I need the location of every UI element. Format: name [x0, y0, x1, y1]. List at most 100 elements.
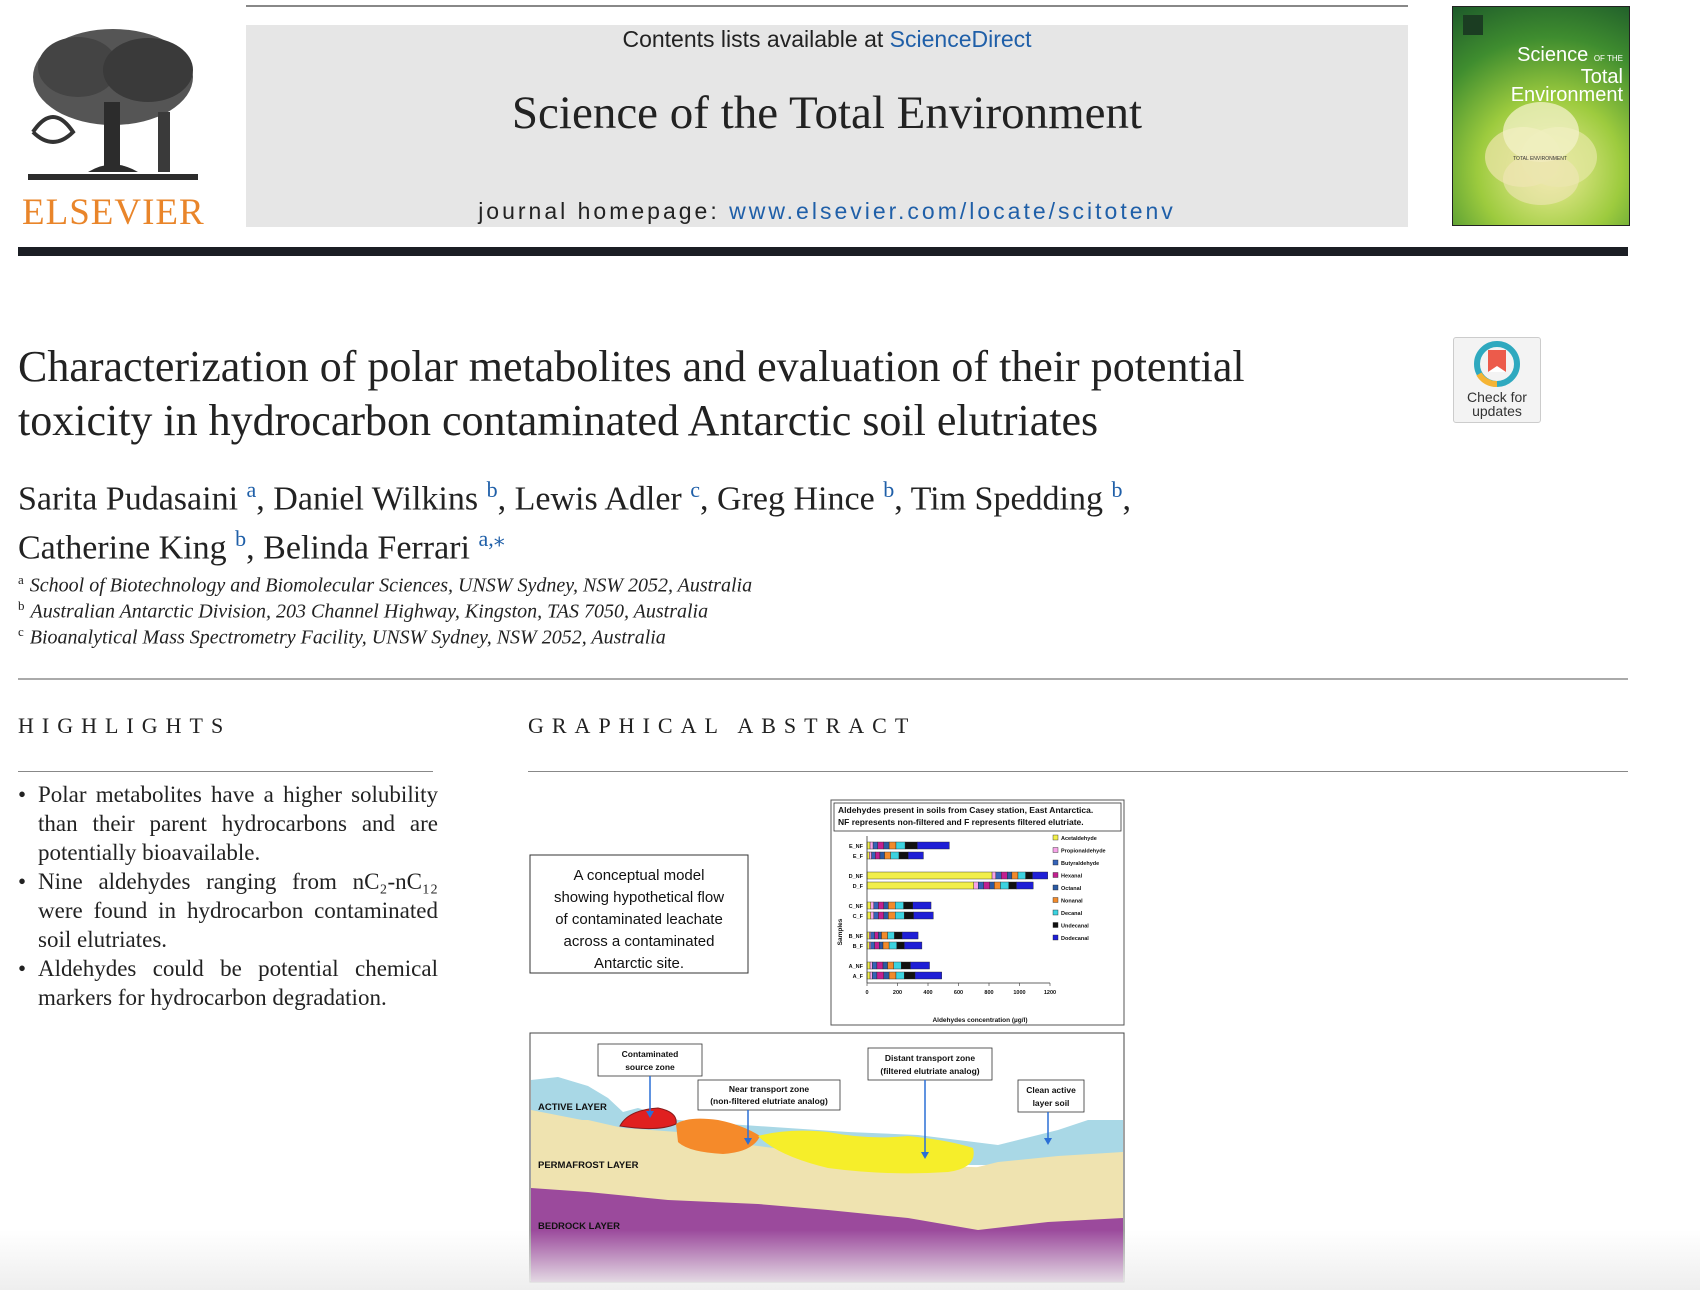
chart-bar-segment: [873, 911, 879, 920]
chart-category-label: C_NF: [849, 904, 864, 910]
chart-x-tick-label: 1000: [1013, 990, 1025, 996]
chart-bar-segment: [869, 931, 872, 940]
author-affiliation-mark[interactable]: b: [883, 477, 894, 502]
chart-bar-segment: [877, 841, 884, 850]
chart-bar-segment: [896, 941, 905, 950]
section-rule: [18, 678, 1628, 680]
author-name[interactable]: Sarita Pudasaini: [18, 480, 238, 517]
aldehyde-chart: Aldehydes present in soils from Casey st…: [830, 799, 1125, 1026]
chart-bar-segment: [876, 961, 884, 970]
chart-bar-segment: [898, 851, 909, 860]
chart-bar-segment: [866, 841, 871, 850]
chart-x-tick-label: 200: [893, 990, 902, 996]
chart-bar-segment: [869, 971, 873, 980]
chart-bar-segment: [871, 851, 876, 860]
journal-cover-image[interactable]: [1452, 6, 1630, 226]
article-title-line-1: Characterization of polar metabolites an…: [18, 342, 1245, 391]
chart-bar-segment: [895, 971, 905, 980]
chart-legend-swatch: [1052, 847, 1059, 853]
chart-x-tick-label: 0: [865, 990, 868, 996]
chart-title-line-1: Aldehydes present in soils from Casey st…: [838, 805, 1093, 815]
chart-bar-segment: [890, 851, 900, 860]
svg-text:Clean active: Clean active: [1026, 1085, 1076, 1095]
chart-bar-segment: [866, 961, 871, 970]
author-name[interactable]: Belinda Ferrari: [263, 530, 470, 567]
author-affiliation-mark[interactable]: a,⁎: [478, 526, 504, 551]
chart-bar-segment: [991, 871, 997, 880]
chart-bar-segment: [874, 931, 879, 940]
chart-bar-segment: [878, 931, 882, 940]
chart-category-label: B_NF: [849, 934, 864, 940]
chart-bar-segment: [901, 931, 919, 940]
chart-bar-segment: [872, 971, 878, 980]
author-name[interactable]: Lewis Adler: [515, 480, 682, 517]
chart-bar-segment: [870, 931, 875, 940]
author-affiliation-mark[interactable]: b: [1112, 477, 1123, 502]
highlights-list: Polar metabolites have a higher solubili…: [18, 780, 438, 1012]
svg-text:Antarctic site.: Antarctic site.: [594, 955, 684, 972]
chart-bar-segment: [882, 961, 888, 970]
chart-bar-segment: [1016, 881, 1034, 890]
author-name[interactable]: Daniel Wilkins: [273, 480, 478, 517]
author-name[interactable]: Greg Hince: [717, 480, 875, 517]
svg-text:layer soil: layer soil: [1033, 1098, 1070, 1108]
chart-bar-segment: [973, 881, 979, 890]
chart-x-tick-label: 800: [984, 990, 993, 996]
chart-bar-segment: [914, 971, 942, 980]
author-name[interactable]: Tim Spedding: [911, 480, 1103, 517]
author-affiliation-mark[interactable]: b: [235, 526, 246, 551]
chart-legend-label: Dodecanal: [1061, 936, 1089, 942]
chart-bar-segment: [883, 911, 889, 920]
chart-legend-swatch: [1052, 872, 1059, 878]
chart-bar-segment: [895, 841, 906, 850]
chart-legend-label: Decanal: [1061, 911, 1083, 917]
chart-bar-segment: [888, 971, 897, 980]
author-affiliation-mark[interactable]: c: [690, 477, 700, 502]
chart-bar-segment: [907, 851, 924, 860]
chart-bar-segment: [876, 971, 884, 980]
chart-category-label: E_NF: [849, 844, 864, 850]
highlights-rule: [18, 771, 433, 772]
graphical-abstract-figure[interactable]: A conceptual model showing hypothetical …: [528, 790, 1128, 1285]
chart-bar-segment: [873, 901, 879, 910]
chart-bar-segment: [1001, 871, 1008, 880]
sciencedirect-link[interactable]: ScienceDirect: [890, 26, 1032, 52]
chart-bar-segment: [888, 901, 896, 910]
elsevier-tree-logo: [28, 29, 198, 180]
graphical-abstract-heading: GRAPHICAL ABSTRACT: [528, 713, 917, 738]
chart-bar-segment: [1000, 881, 1010, 890]
chart-bar-segment: [874, 941, 880, 950]
chart-category-label: A_NF: [849, 964, 864, 970]
author-name[interactable]: Catherine King: [18, 530, 227, 567]
chart-bar-segment: [866, 881, 974, 890]
chart-bar-segment: [881, 931, 888, 940]
chart-bar-segment: [913, 911, 934, 920]
chart-bar-segment: [869, 961, 873, 970]
chart-bar-segment: [989, 881, 995, 890]
chart-bar-segment: [870, 911, 875, 920]
svg-text:(non-filtered elutriate analog: (non-filtered elutriate analog): [710, 1096, 828, 1106]
svg-text:Distant transport zone: Distant transport zone: [885, 1053, 975, 1063]
chart-bar-segment: [883, 971, 890, 980]
contents-prefix: Contents lists available at: [622, 26, 890, 52]
chart-bar-segment: [888, 941, 897, 950]
chart-bar-segment: [895, 911, 905, 920]
chart-legend-label: Undecanal: [1061, 924, 1089, 930]
affiliation: c Bioanalytical Mass Spectrometry Facilit…: [18, 624, 666, 649]
chart-bar-segment: [878, 911, 884, 920]
cover-title: Science OF THE Total Environment: [1510, 44, 1623, 106]
chart-legend-label: Hexanal: [1061, 874, 1083, 880]
chart-bar-segment: [870, 901, 875, 910]
chart-legend-label: Octanal: [1061, 886, 1082, 892]
chart-bar-segment: [872, 841, 878, 850]
chart-bar-segment: [1011, 871, 1019, 880]
author-affiliation-mark[interactable]: b: [487, 477, 498, 502]
chart-x-label: Aldehydes concentration (µg/l): [932, 1017, 1027, 1024]
chart-bar-segment: [872, 961, 878, 970]
svg-text:showing hypothetical flow: showing hypothetical flow: [554, 889, 724, 906]
homepage-link[interactable]: www.elsevier.com/locate/scitotenv: [729, 198, 1176, 224]
chart-bar-segment: [994, 881, 1001, 890]
chart-bar-segment: [1032, 871, 1048, 880]
author-affiliation-mark[interactable]: a: [247, 477, 257, 502]
highlight-item: Aldehydes could be potential chemical ma…: [18, 954, 438, 1012]
